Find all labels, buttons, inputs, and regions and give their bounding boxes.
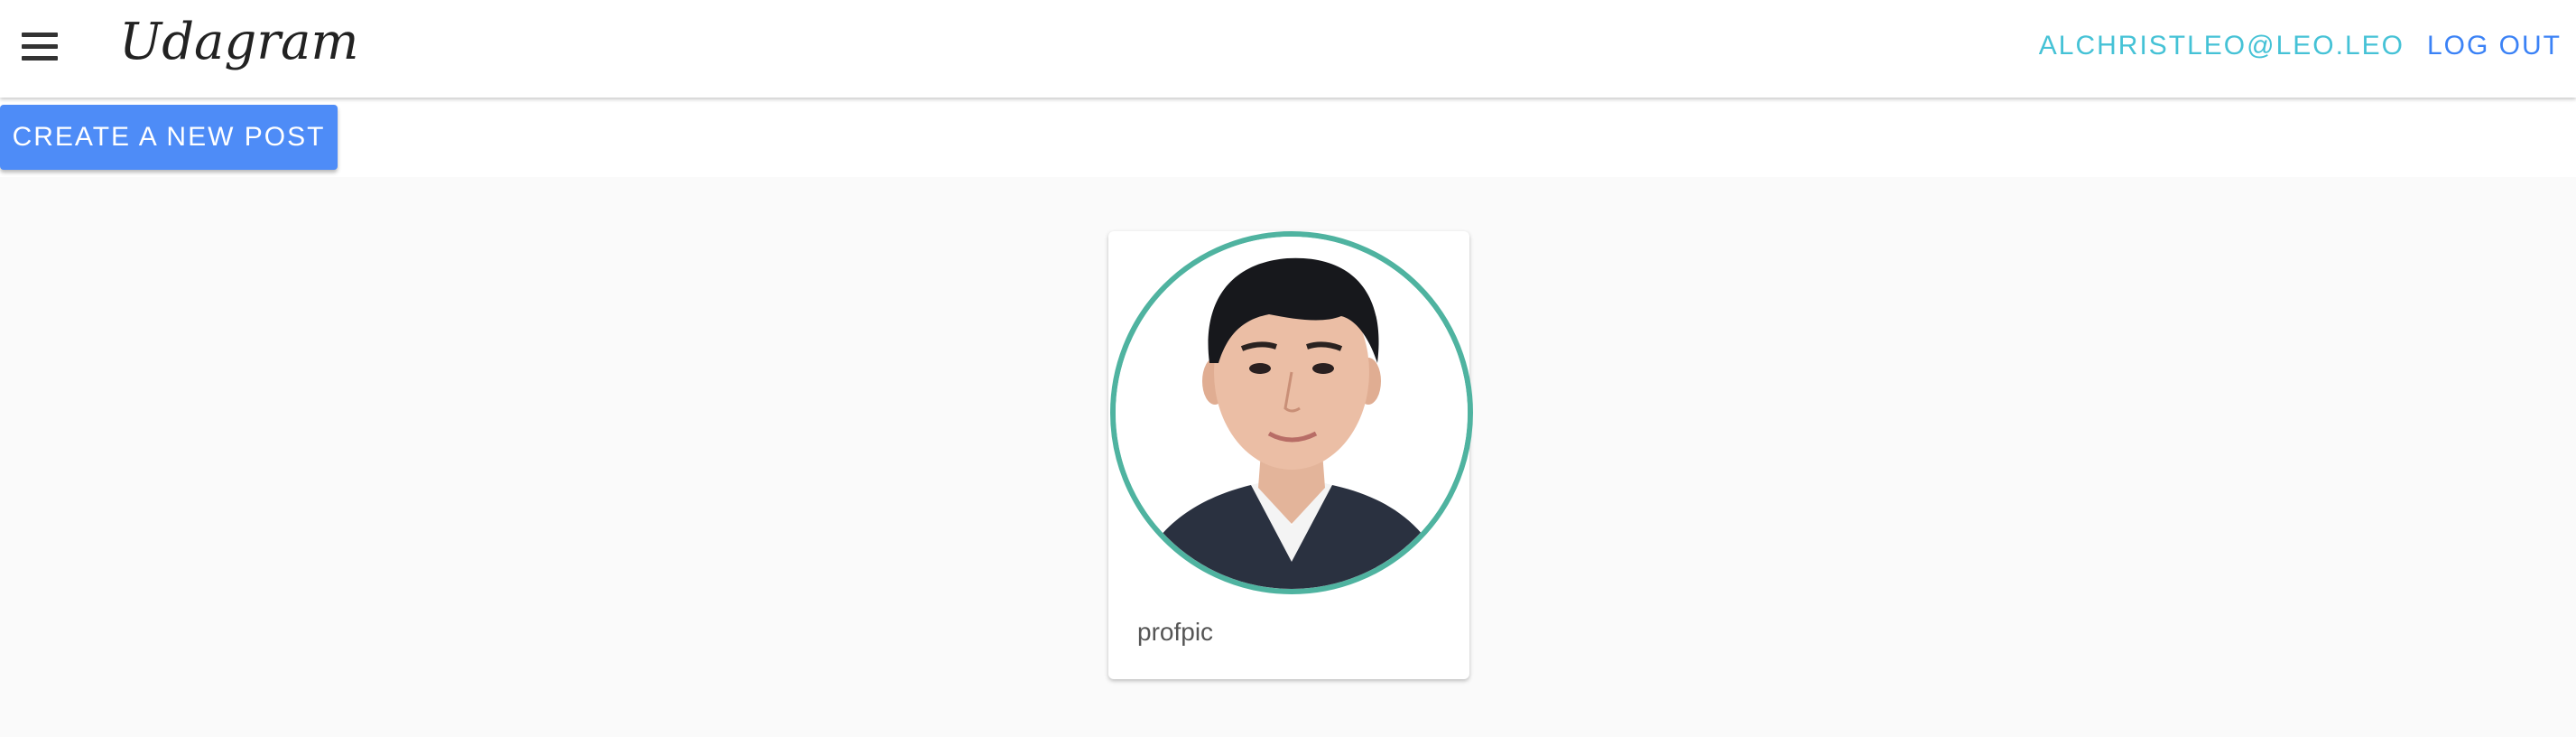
app-brand-title[interactable]: Udagram bbox=[119, 13, 359, 71]
post-caption: profpic bbox=[1137, 618, 1214, 646]
post-card: profpic bbox=[1108, 231, 1473, 679]
user-email-link[interactable]: ALCHRISTLEO@LEO.LEO bbox=[2039, 31, 2405, 61]
action-bar: CREATE A NEW POST bbox=[0, 98, 2576, 177]
hamburger-menu-icon[interactable] bbox=[22, 33, 58, 61]
top-toolbar: Udagram ALCHRISTLEO@LEO.LEO LOG OUT bbox=[0, 0, 2576, 98]
post-image bbox=[1110, 231, 1473, 594]
logout-button[interactable]: LOG OUT bbox=[2427, 31, 2562, 61]
create-new-post-button[interactable]: CREATE A NEW POST bbox=[0, 105, 338, 170]
profile-photo-illustration bbox=[1116, 237, 1468, 589]
